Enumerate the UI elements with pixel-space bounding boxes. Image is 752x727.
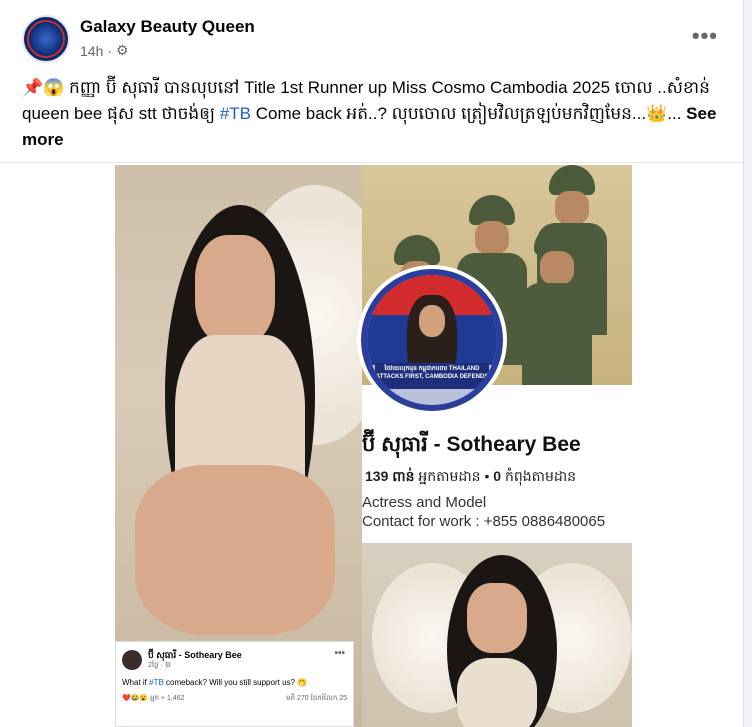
hashtag-link[interactable]: #TB <box>220 104 251 123</box>
post-header: Galaxy Beauty Queen 14h · ⚙ ••• <box>22 15 732 65</box>
more-options-icon[interactable]: ••• <box>692 23 718 49</box>
post-meta: 14h · ⚙ <box>80 42 129 59</box>
post-card: Galaxy Beauty Queen 14h · ⚙ ••• 📌😱 កញ្ញា… <box>0 0 744 727</box>
page-avatar[interactable] <box>22 15 70 63</box>
inset-stats: មតិ 270 ចែករំលែក 25 <box>286 695 347 702</box>
inset-post-card: ប៊ី សុធារី - Sotheary Bee 2ថ្ងៃ · ⚙ ••• … <box>115 641 354 727</box>
inset-text: What if #TB comeback? Will you still sup… <box>122 678 308 687</box>
page-name[interactable]: Galaxy Beauty Queen <box>80 17 255 37</box>
more-options-icon: ••• <box>334 648 345 659</box>
post-image[interactable]: ថៃវាយលុកមុន កម្ពុជាការពារ THAILAND ATTAC… <box>115 165 632 727</box>
divider <box>0 162 743 163</box>
profile-stats: 139 ពាន់ អ្នកតាមដាន • 0 កំពុងតាមដាន <box>365 468 577 484</box>
inset-reactions: ❤️😂😮 អ្នក + 1,462 <box>122 695 185 702</box>
avatar <box>122 650 142 670</box>
profile-name: ប៊ី សុធារី - Sotheary Bee <box>362 433 581 456</box>
model-photo-2 <box>362 543 632 727</box>
inset-time: 2ថ្ងៃ · ⚙ <box>148 662 172 669</box>
profile-bio: Actress and Model Contact for work : +85… <box>362 494 606 530</box>
gear-icon: ⚙ <box>116 42 129 58</box>
post-time[interactable]: 14h <box>80 43 103 59</box>
profile-picture: ថៃវាយលុកមុន កម្ពុជាការពារ THAILAND ATTAC… <box>357 265 507 415</box>
badge-banner: ថៃវាយលុកមុន កម្ពុជាការពារ THAILAND ATTAC… <box>375 363 489 389</box>
post-text: 📌😱 កញ្ញា ប៊ី សុធារី បានលុបនៅ Title 1st R… <box>22 78 717 149</box>
